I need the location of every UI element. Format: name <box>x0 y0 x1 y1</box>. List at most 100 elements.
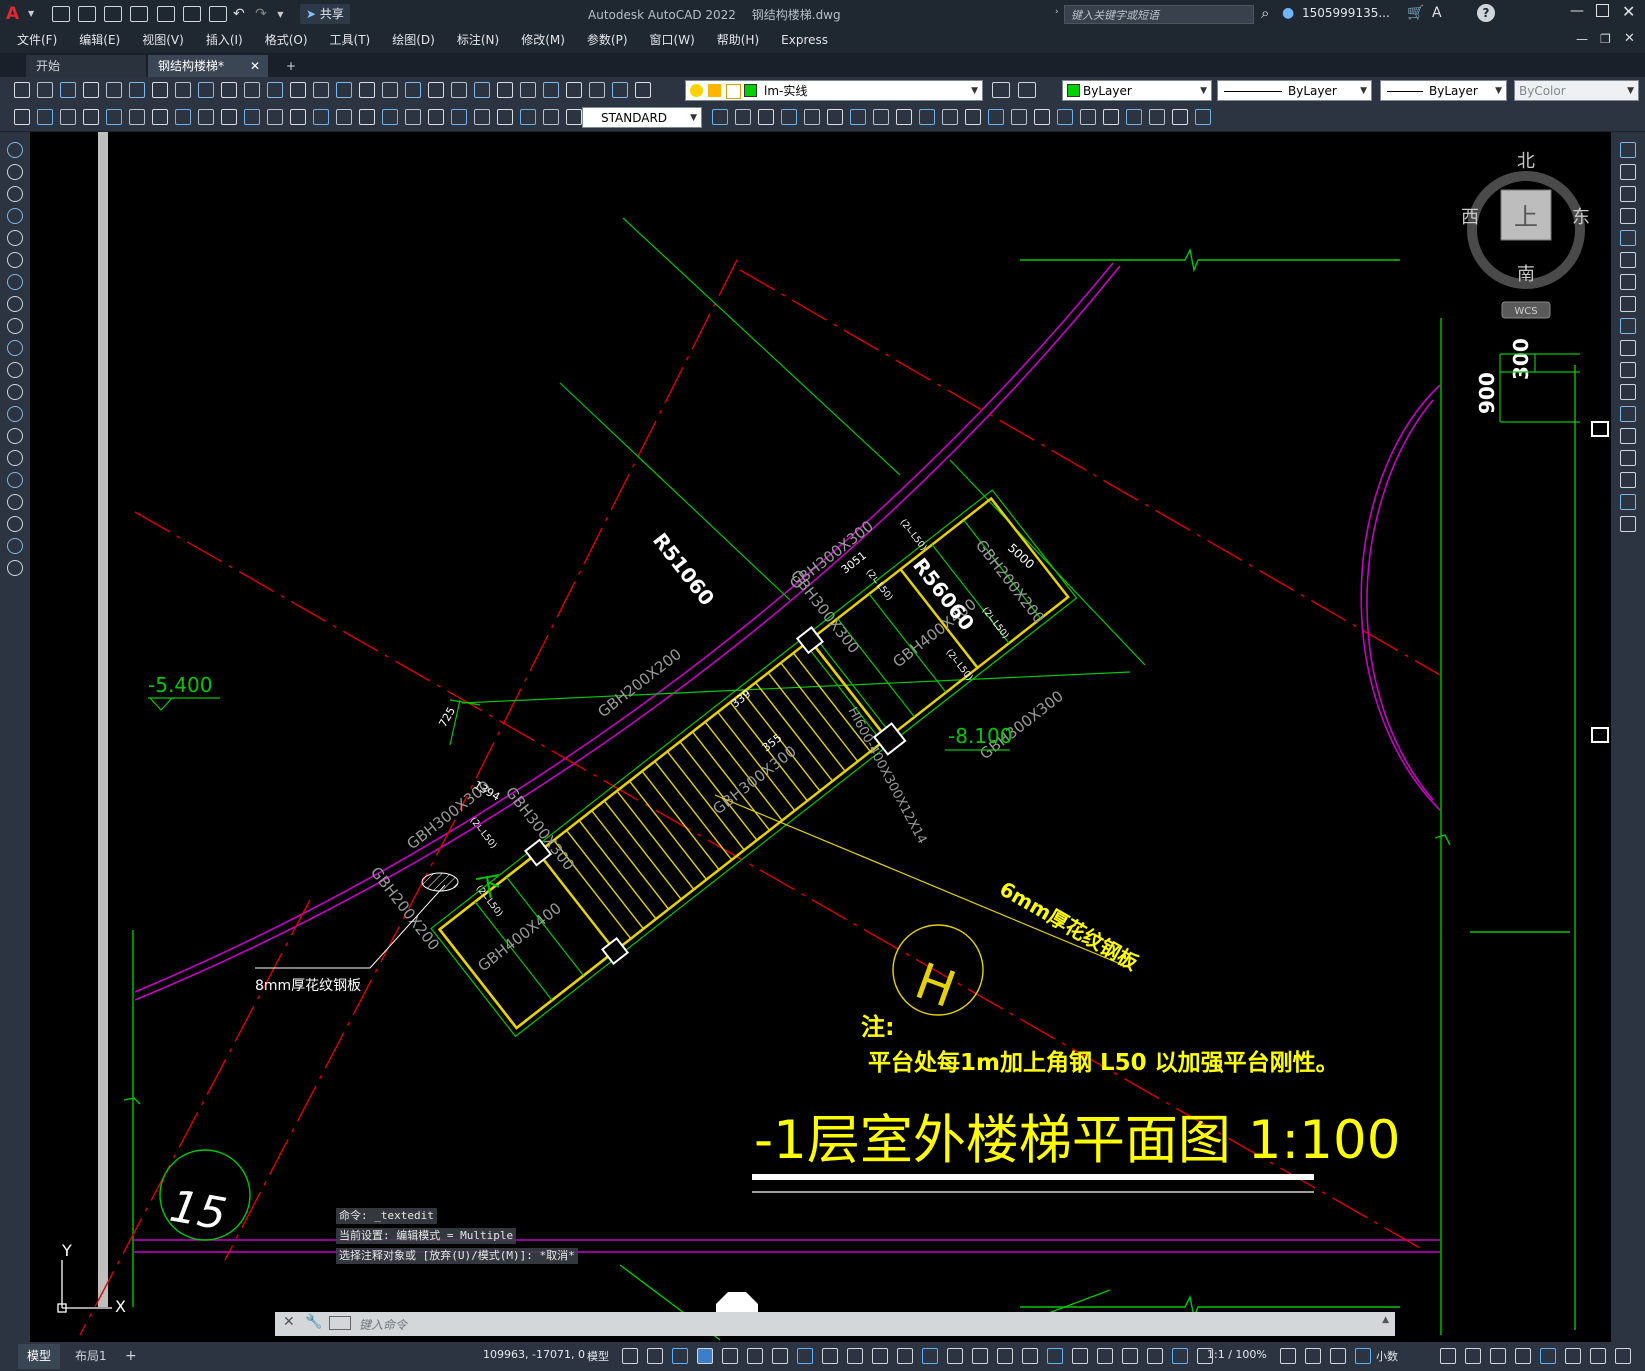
status-toggle-23-icon[interactable] <box>1172 1348 1188 1364</box>
dimension-tool-31-icon[interactable] <box>827 109 843 125</box>
new-layout-button[interactable]: + <box>125 1344 137 1369</box>
share-button[interactable]: ➤ 共享 <box>300 4 350 24</box>
draw-tool-7-icon[interactable] <box>7 274 23 290</box>
status-toggle-29-icon[interactable] <box>1440 1348 1456 1364</box>
modify-tool-9-icon[interactable] <box>1620 318 1636 334</box>
units-dropdown[interactable]: 小数 <box>1376 1348 1398 1364</box>
dimension-tool-3-icon[interactable] <box>60 109 76 125</box>
status-toggle-30-icon[interactable] <box>1465 1348 1481 1364</box>
draw-tool-3-icon[interactable] <box>7 186 23 202</box>
status-toggle-4-icon[interactable] <box>697 1348 713 1364</box>
make-current-layer-icon[interactable] <box>992 82 1010 98</box>
status-toggle-6-icon[interactable] <box>747 1348 763 1364</box>
dimension-tool-45-icon[interactable] <box>1149 109 1165 125</box>
dimension-tool-29-icon[interactable] <box>781 109 797 125</box>
autocad-logo-icon[interactable]: A <box>6 4 26 24</box>
menu-help[interactable]: 帮助(H) <box>706 28 770 53</box>
standard-tool-11-icon[interactable] <box>244 82 260 98</box>
status-toggle-15-icon[interactable] <box>972 1348 988 1364</box>
standard-tool-16-icon[interactable] <box>359 82 375 98</box>
doc-close-button[interactable]: ✕ <box>1624 31 1635 46</box>
status-toggle-27-icon[interactable] <box>1330 1348 1346 1364</box>
dimension-tool-38-icon[interactable] <box>988 109 1004 125</box>
menu-insert[interactable]: 插入(I) <box>195 28 254 53</box>
tab-layout1[interactable]: 布局1 <box>70 1344 112 1369</box>
dimension-tool-5-icon[interactable] <box>106 109 122 125</box>
dimension-tool-1-icon[interactable] <box>14 109 30 125</box>
tab-active-drawing[interactable]: 钢结构楼梯* ✕ <box>148 55 268 77</box>
save-web-icon[interactable] <box>182 6 201 22</box>
status-toggle-36-icon[interactable] <box>1615 1348 1631 1364</box>
open-file-icon[interactable] <box>78 6 97 22</box>
draw-tool-14-icon[interactable] <box>7 428 23 444</box>
standard-tool-25-icon[interactable] <box>566 82 582 98</box>
dimension-tool-28-icon[interactable] <box>758 109 774 125</box>
dimension-tool-12-icon[interactable] <box>267 109 283 125</box>
lineweight-dropdown[interactable]: ByLayer ▼ <box>1380 80 1507 101</box>
modify-tool-17-icon[interactable] <box>1620 494 1636 510</box>
menu-window[interactable]: 窗口(W) <box>639 28 706 53</box>
status-toggle-32-icon[interactable] <box>1515 1348 1531 1364</box>
dimension-tool-26-icon[interactable] <box>712 109 728 125</box>
draw-tool-15-icon[interactable] <box>7 450 23 466</box>
dimension-tool-24-icon[interactable] <box>543 109 559 125</box>
user-name[interactable]: 1505999135... <box>1302 6 1390 20</box>
draw-tool-19-icon[interactable] <box>7 538 23 554</box>
dimension-tool-46-icon[interactable] <box>1172 109 1188 125</box>
viewcube-east[interactable]: 东 <box>1572 207 1590 228</box>
status-toggle-17-icon[interactable] <box>1022 1348 1038 1364</box>
draw-tool-17-icon[interactable] <box>7 494 23 510</box>
modify-tool-1-icon[interactable] <box>1620 142 1636 158</box>
dimension-tool-47-icon[interactable] <box>1195 109 1211 125</box>
plotstyle-dropdown[interactable]: ByColor ▼ <box>1514 80 1639 101</box>
dimension-tool-15-icon[interactable] <box>336 109 352 125</box>
text-style-dropdown[interactable]: STANDARD ▼ <box>582 107 702 128</box>
dimension-tool-42-icon[interactable] <box>1080 109 1096 125</box>
app-menu-chevron-icon[interactable]: ▼ <box>28 9 34 18</box>
status-toggle-20-icon[interactable] <box>1097 1348 1113 1364</box>
standard-tool-19-icon[interactable] <box>428 82 444 98</box>
standard-tool-22-icon[interactable] <box>497 82 513 98</box>
new-tab-button[interactable]: + <box>276 55 302 77</box>
modify-tool-4-icon[interactable] <box>1620 208 1636 224</box>
menu-tools[interactable]: 工具(T) <box>319 28 382 53</box>
tab-close-icon[interactable]: ✕ <box>250 55 260 77</box>
dimension-tool-18-icon[interactable] <box>405 109 421 125</box>
modify-tool-10-icon[interactable] <box>1620 340 1636 356</box>
draw-tool-18-icon[interactable] <box>7 516 23 532</box>
modify-tool-15-icon[interactable] <box>1620 450 1636 466</box>
status-toggle-31-icon[interactable] <box>1490 1348 1506 1364</box>
status-toggle-16-icon[interactable] <box>997 1348 1013 1364</box>
user-icon[interactable]: ● <box>1282 5 1294 21</box>
draw-tool-8-icon[interactable] <box>7 296 23 312</box>
doc-minimize-button[interactable]: — <box>1576 32 1588 46</box>
dimension-tool-17-icon[interactable] <box>382 109 398 125</box>
draw-tool-4-icon[interactable] <box>7 208 23 224</box>
status-toggle-5-icon[interactable] <box>722 1348 738 1364</box>
draw-tool-12-icon[interactable] <box>7 384 23 400</box>
modify-tool-14-icon[interactable] <box>1620 428 1636 444</box>
doc-restore-button[interactable]: ❐ <box>1600 32 1611 46</box>
save-icon[interactable] <box>104 6 123 22</box>
dimension-tool-23-icon[interactable] <box>520 109 536 125</box>
dimension-tool-9-icon[interactable] <box>198 109 214 125</box>
menu-modify[interactable]: 修改(M) <box>510 28 576 53</box>
dimension-tool-39-icon[interactable] <box>1011 109 1027 125</box>
standard-tool-12-icon[interactable] <box>267 82 283 98</box>
status-toggle-35-icon[interactable] <box>1590 1348 1606 1364</box>
dimension-tool-35-icon[interactable] <box>919 109 935 125</box>
modify-tool-3-icon[interactable] <box>1620 186 1636 202</box>
dimension-tool-4-icon[interactable] <box>83 109 99 125</box>
modify-tool-7-icon[interactable] <box>1620 274 1636 290</box>
draw-tool-2-icon[interactable] <box>7 164 23 180</box>
drawing-canvas[interactable]: GBH300X300 GBH300X300 GBH200X200 GBH400X… <box>30 132 1611 1342</box>
modify-tool-5-icon[interactable] <box>1620 230 1636 246</box>
command-close-icon[interactable]: ✕ <box>283 1314 295 1330</box>
search-input[interactable]: › 键入关键字或短语 <box>1055 5 1254 24</box>
undo-icon[interactable]: ↶ <box>233 6 251 22</box>
status-toggle-9-icon[interactable] <box>822 1348 838 1364</box>
autodesk-app-icon[interactable]: A <box>1432 5 1442 21</box>
status-toggle-10-icon[interactable] <box>847 1348 863 1364</box>
menu-express[interactable]: Express <box>770 28 839 53</box>
standard-tool-2-icon[interactable] <box>37 82 53 98</box>
